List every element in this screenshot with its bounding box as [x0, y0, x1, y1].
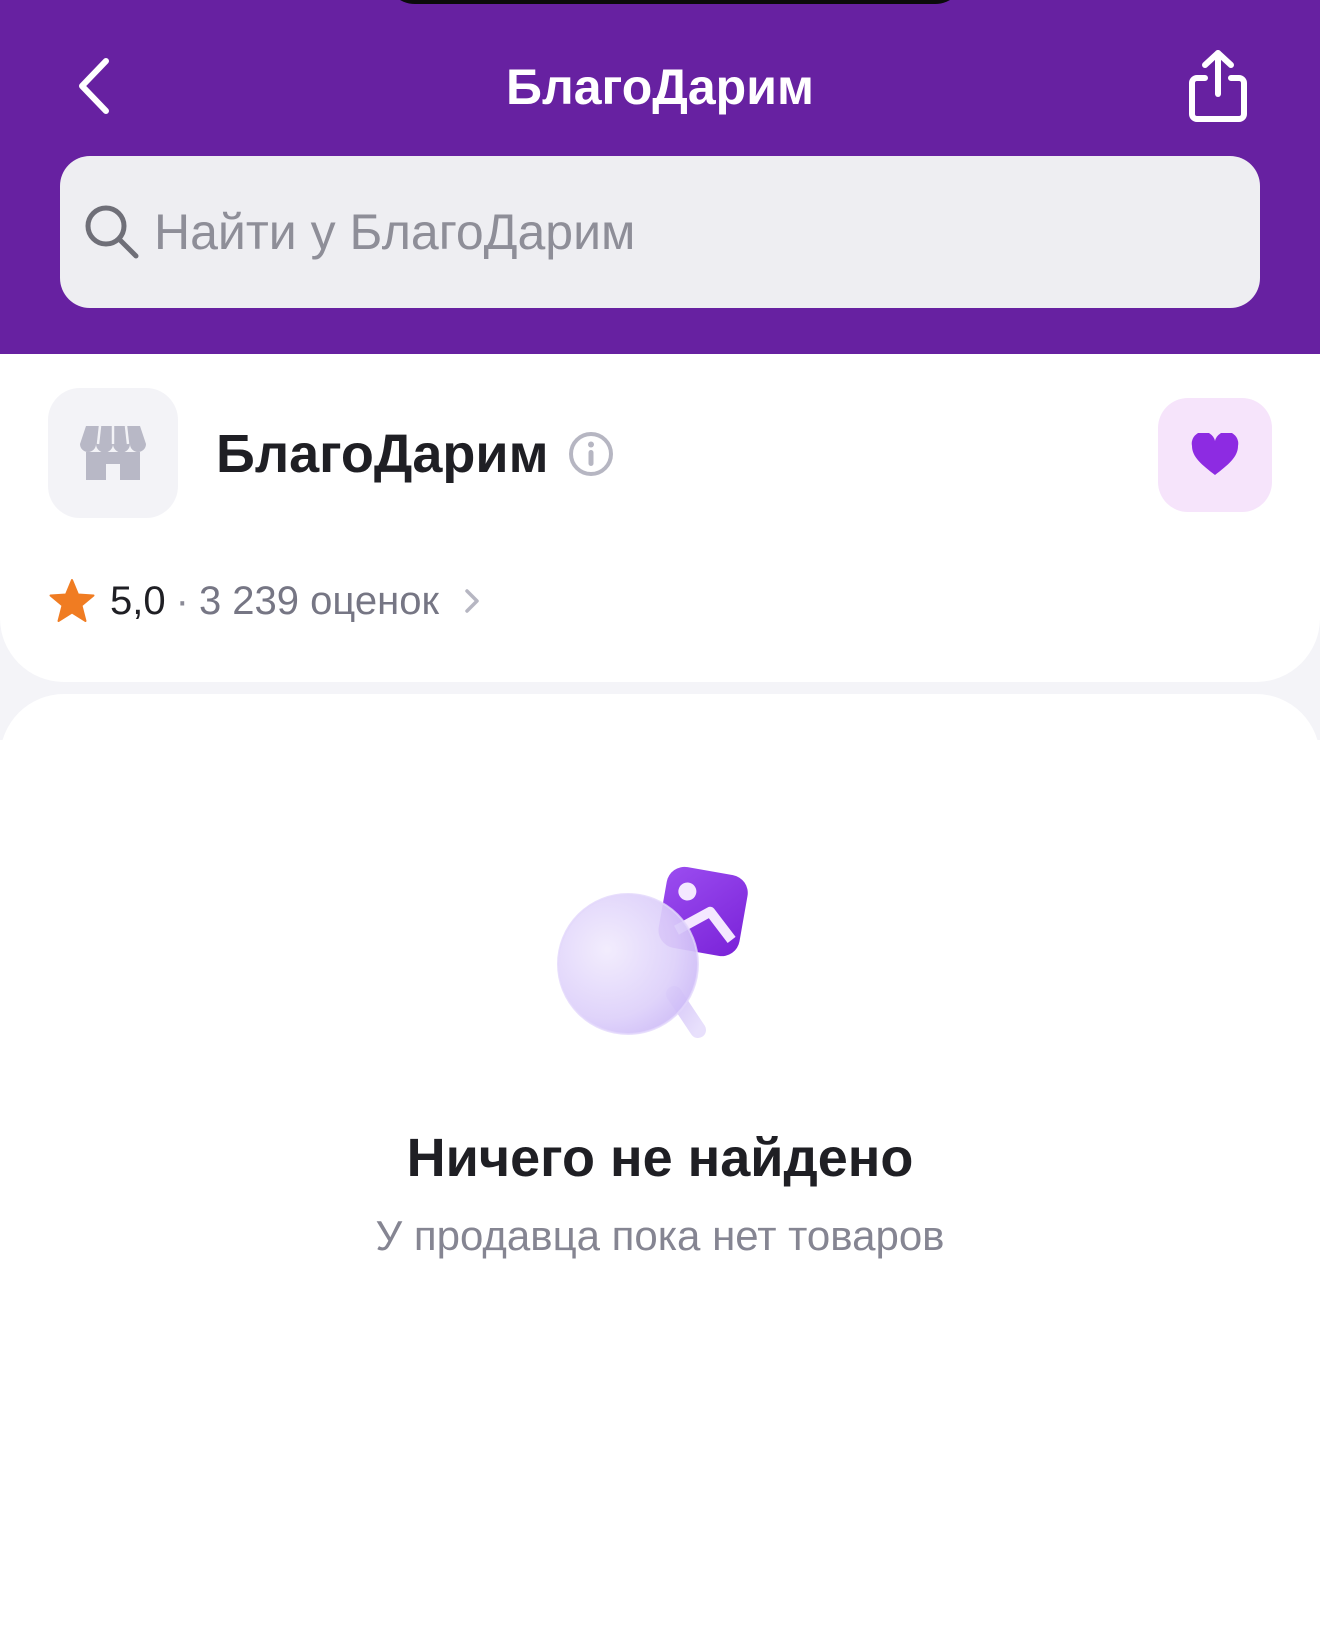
store-logo	[48, 388, 178, 518]
share-button[interactable]	[1178, 44, 1258, 128]
store-info-card: БлагоДарим 5,0 · 3 239 оценок	[0, 354, 1320, 682]
rating-count: 3 239 оценок	[198, 579, 439, 623]
store-name: БлагоДарим	[216, 424, 549, 484]
storefront-icon	[80, 425, 146, 480]
rating-row[interactable]: 5,0 · 3 239 оценок	[48, 566, 487, 636]
empty-state-title: Ничего не найдено	[406, 1128, 914, 1188]
back-button[interactable]	[62, 46, 126, 126]
page-title: БлагоДарим	[506, 59, 814, 115]
favorite-button[interactable]	[1158, 398, 1272, 512]
top-header: БлагоДарим	[0, 0, 1320, 354]
search-input[interactable]	[154, 196, 1234, 268]
search-bar[interactable]	[60, 156, 1260, 308]
search-icon	[85, 205, 139, 259]
products-section: Ничего не найдено У продавца пока нет то…	[0, 694, 1320, 1649]
empty-state-subtitle: У продавца пока нет товаров	[375, 1212, 945, 1259]
device-notch	[385, 0, 965, 4]
chevron-left-icon	[79, 58, 109, 114]
store-page: БлагоДарим Найти у БлагоДарим БлагоДарим…	[0, 0, 1320, 1649]
share-icon	[1189, 50, 1247, 122]
info-icon[interactable]	[567, 430, 615, 478]
rating-value: 5,0	[110, 579, 166, 623]
chevron-right-icon	[465, 589, 479, 613]
star-icon	[49, 579, 95, 622]
rating-separator: ·	[175, 579, 189, 623]
heart-icon	[1191, 433, 1239, 475]
magnifier-image-icon	[557, 866, 748, 1038]
